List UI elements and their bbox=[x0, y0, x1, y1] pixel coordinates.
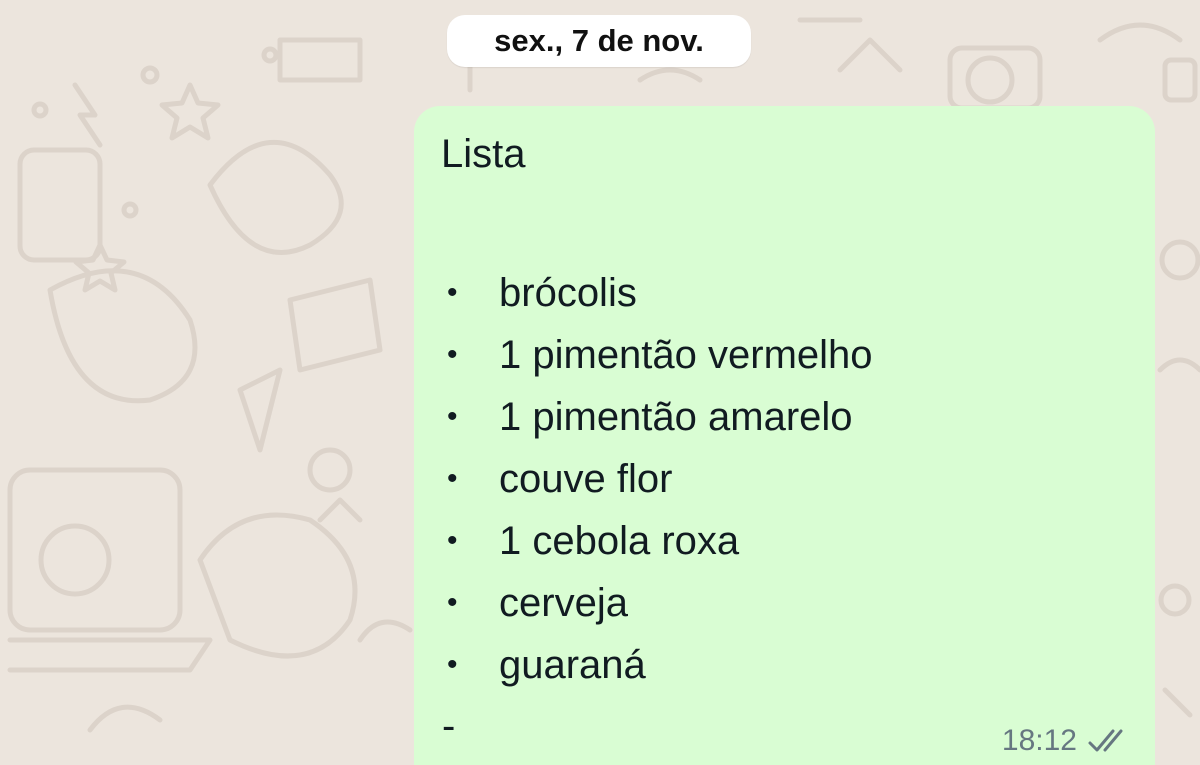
list-item-text: couve flor bbox=[499, 456, 673, 501]
list-item: • cerveja bbox=[441, 572, 873, 634]
bullet-icon: • bbox=[447, 400, 458, 433]
bullet-icon: • bbox=[447, 276, 458, 309]
list-item-text: 1 pimentão vermelho bbox=[499, 332, 873, 377]
list-item-text: brócolis bbox=[499, 270, 637, 315]
list-item-text: cerveja bbox=[499, 580, 628, 625]
list-item-text: 1 pimentão amarelo bbox=[499, 394, 853, 439]
date-separator: sex., 7 de nov. bbox=[447, 15, 751, 67]
list-item: • guaraná bbox=[441, 634, 873, 696]
message-trailing-dash: - bbox=[442, 704, 456, 748]
message-meta: 18:12 bbox=[1002, 724, 1131, 758]
shopping-list: • brócolis • 1 pimentão vermelho • 1 pim… bbox=[441, 262, 873, 696]
date-separator-label: sex., 7 de nov. bbox=[494, 23, 704, 58]
list-item: • 1 cebola roxa bbox=[441, 510, 873, 572]
list-item-text: guaraná bbox=[499, 642, 646, 687]
message-time: 18:12 bbox=[1001, 724, 1077, 757]
bullet-icon: • bbox=[447, 586, 458, 619]
list-item: • couve flor bbox=[441, 448, 873, 510]
list-item: • brócolis bbox=[441, 262, 873, 324]
message-bubble[interactable]: Lista • brócolis • 1 pimentão vermelho •… bbox=[414, 106, 1155, 765]
list-item: • 1 pimentão amarelo bbox=[441, 386, 873, 448]
message-title: Lista bbox=[441, 132, 526, 176]
double-check-icon bbox=[1088, 729, 1123, 752]
bullet-icon: • bbox=[447, 648, 458, 681]
bullet-icon: • bbox=[447, 462, 458, 495]
bullet-icon: • bbox=[447, 338, 458, 371]
list-item-text: 1 cebola roxa bbox=[499, 518, 740, 563]
bullet-icon: • bbox=[447, 524, 458, 557]
list-item: • 1 pimentão vermelho bbox=[441, 324, 873, 386]
